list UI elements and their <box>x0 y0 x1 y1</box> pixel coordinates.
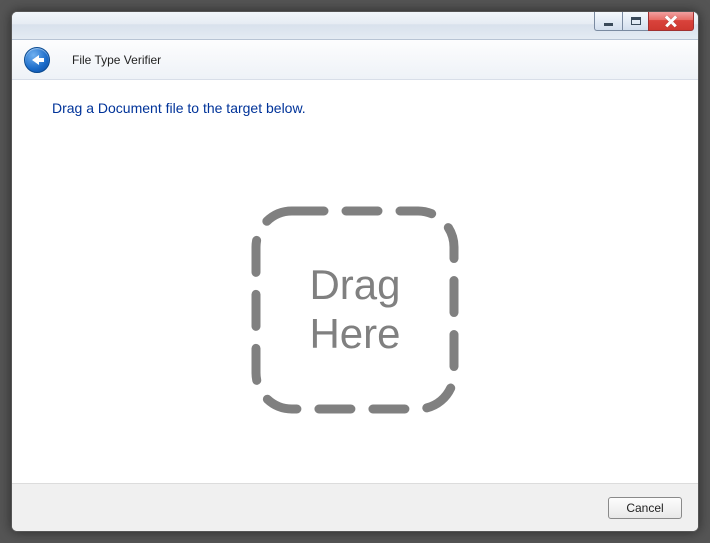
close-button[interactable] <box>648 11 694 31</box>
cancel-button[interactable]: Cancel <box>608 497 682 519</box>
back-arrow-icon <box>32 55 39 65</box>
close-icon <box>664 15 678 27</box>
wizard-header: File Type Verifier <box>12 40 698 80</box>
footer-bar: Cancel <box>12 483 698 531</box>
maximize-icon <box>631 17 641 25</box>
minimize-button[interactable] <box>594 11 622 31</box>
back-button[interactable] <box>24 47 50 73</box>
titlebar[interactable] <box>12 12 698 40</box>
drop-target[interactable]: Drag Here <box>250 205 460 415</box>
drop-text-line2: Here <box>309 310 400 357</box>
page-title: File Type Verifier <box>72 53 161 67</box>
drop-text-line1: Drag <box>309 261 400 308</box>
minimize-icon <box>604 23 613 26</box>
wizard-window: File Type Verifier Drag a Document file … <box>11 11 699 532</box>
instruction-text: Drag a Document file to the target below… <box>52 100 658 116</box>
window-controls <box>594 11 694 31</box>
maximize-button[interactable] <box>622 11 648 31</box>
drop-target-label: Drag Here <box>309 261 400 358</box>
drop-area: Drag Here <box>52 146 658 473</box>
content-area: Drag a Document file to the target below… <box>12 80 698 483</box>
